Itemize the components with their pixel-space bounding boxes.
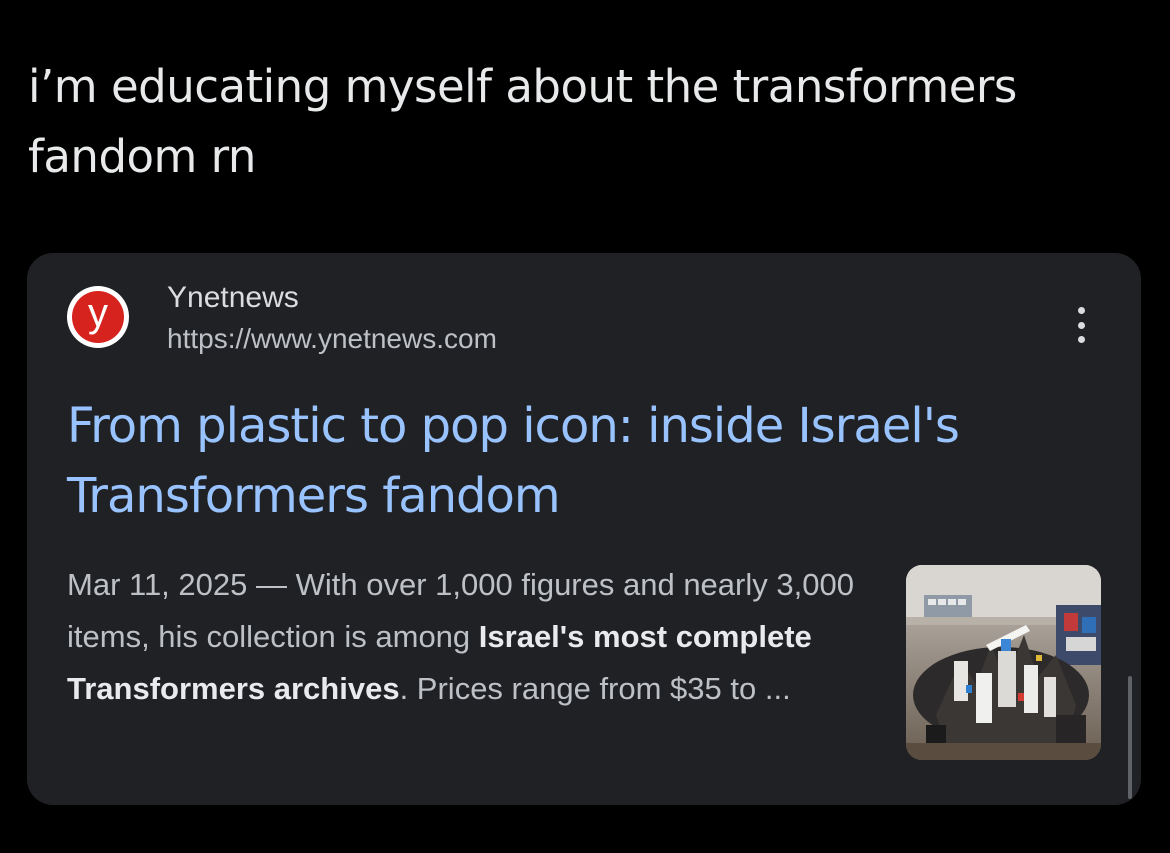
result-title-line-2: Transformers fandom: [67, 468, 561, 524]
site-url[interactable]: https://www.ynetnews.com: [167, 323, 497, 355]
snippet-date: Mar 11, 2025: [67, 567, 248, 602]
result-title-line-1: From plastic to pop icon: inside Israel'…: [67, 398, 960, 454]
more-dot: [1077, 307, 1085, 314]
more-dot: [1077, 336, 1085, 343]
thumbnail-illustration: [906, 565, 1101, 760]
more-vert-icon[interactable]: [1069, 307, 1093, 343]
snippet-text-end: . Prices range from $35 to ...: [399, 671, 791, 706]
ynetnews-favicon-icon: y: [67, 286, 129, 348]
result-snippet: Mar 11, 2025 — With over 1,000 figures a…: [67, 559, 857, 715]
tweet-text-line-2: fandom rn: [28, 130, 256, 183]
more-dot: [1077, 321, 1085, 329]
scrollbar[interactable]: [1128, 676, 1132, 799]
site-name[interactable]: Ynetnews: [167, 281, 299, 315]
favicon-letter: y: [72, 291, 124, 343]
result-thumbnail-image[interactable]: [906, 565, 1101, 760]
tweet-text-line-1: i’m educating myself about the transform…: [28, 60, 1017, 113]
snippet-separator: —: [247, 567, 296, 602]
tweet-text: i’m educating myself about the transform…: [28, 52, 1128, 192]
result-title-link[interactable]: From plastic to pop icon: inside Israel'…: [67, 391, 1087, 531]
search-result-card[interactable]: y Ynetnews https://www.ynetnews.com From…: [27, 253, 1141, 805]
